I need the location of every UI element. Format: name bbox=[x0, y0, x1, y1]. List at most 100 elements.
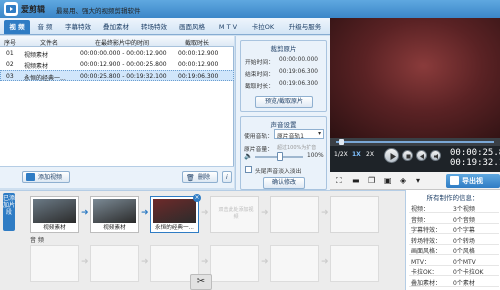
info-key: MTV： bbox=[411, 258, 430, 266]
row-time: 00:00:00.000 - 00:00:12.900 bbox=[80, 50, 167, 57]
time-total: 00:19:32.1 bbox=[450, 158, 500, 168]
clip-label: 视频素材 bbox=[43, 225, 66, 231]
row-no: 01 bbox=[6, 50, 14, 57]
info-value: 0个素材 bbox=[453, 279, 475, 287]
delete-button[interactable]: 🗑 删除 bbox=[182, 171, 218, 183]
audio-slot[interactable] bbox=[330, 245, 379, 282]
clip-label: 永恒的经典一... bbox=[155, 225, 194, 231]
confirm-button[interactable]: 确认修改 bbox=[263, 177, 305, 189]
volume-icon[interactable] bbox=[430, 150, 441, 161]
tab-transition[interactable]: 转场特效 bbox=[136, 20, 172, 34]
start-value[interactable]: 00:00:00.000 bbox=[279, 57, 318, 63]
tab-style[interactable]: 画面风格 bbox=[174, 20, 210, 34]
col-filename: 文件名 bbox=[40, 40, 59, 47]
table-row-selected[interactable]: 03 永恒的经典一... 00:00:25.800 - 00:19:32.100… bbox=[0, 70, 234, 82]
row-filename: 视频素材 bbox=[24, 52, 49, 59]
tab-upgrade[interactable]: 升级与服务 bbox=[282, 20, 328, 34]
tab-subtitle-effects[interactable]: 字幕特效 bbox=[60, 20, 96, 34]
tab-overlay[interactable]: 叠加素材 bbox=[98, 20, 134, 34]
table-row[interactable]: 01 视频素材 00:00:00.000 - 00:00:12.900 00:0… bbox=[0, 48, 234, 59]
speed-half[interactable]: 1/2X bbox=[334, 151, 348, 158]
video-preview[interactable] bbox=[330, 18, 500, 138]
col-duration: 截取时长 bbox=[185, 40, 210, 47]
arrow-right-icon: ➜ bbox=[201, 208, 209, 218]
tab-mtv[interactable]: M T V bbox=[212, 20, 244, 34]
fullscreen-icon[interactable]: ⛶ bbox=[336, 176, 342, 186]
seek-track bbox=[336, 141, 494, 143]
add-video-button[interactable]: 添加视频 bbox=[22, 171, 70, 183]
arrow-right-icon: ➜ bbox=[81, 208, 89, 218]
speed-double[interactable]: 2X bbox=[366, 151, 374, 158]
speed-normal[interactable]: 1X bbox=[352, 151, 361, 158]
info-value: 0个MTV bbox=[453, 258, 476, 266]
timeline-clip[interactable]: 视频素材 bbox=[30, 196, 79, 233]
info-row: 叠加素材： 0个素材 bbox=[409, 277, 499, 287]
settings-icon[interactable]: ▾ bbox=[416, 176, 420, 185]
tab-video[interactable]: 视 频 bbox=[4, 20, 30, 34]
play-icon[interactable] bbox=[384, 148, 399, 163]
empty-clip-slot[interactable] bbox=[330, 196, 379, 233]
scissors-icon[interactable]: ✂ bbox=[190, 274, 212, 290]
fade-label: 头尾声音淡入淡出 bbox=[255, 169, 302, 175]
timeline-clip[interactable]: 视频素材 bbox=[90, 196, 139, 233]
info-button[interactable]: i bbox=[222, 171, 232, 183]
folder-icon[interactable]: ▬ bbox=[352, 176, 360, 185]
arrow-right-icon: ➜ bbox=[321, 257, 329, 267]
row-duration: 00:19:06.300 bbox=[178, 73, 219, 80]
track-select-value: 原片音轨1 bbox=[277, 134, 304, 140]
audio-slot[interactable] bbox=[270, 245, 319, 282]
fade-checkbox[interactable] bbox=[245, 166, 252, 173]
audio-group-title: 声音设置 bbox=[270, 121, 297, 129]
timeline-clip-selected[interactable]: 永恒的经典一... × bbox=[150, 194, 201, 233]
clip-thumbnail bbox=[33, 199, 76, 223]
timeline-side-tab[interactable]: 已添加片段 bbox=[3, 193, 15, 231]
seek-thumb[interactable] bbox=[339, 139, 345, 145]
table-row[interactable]: 02 视频素材 00:00:12.900 - 00:00:25.800 00:0… bbox=[0, 59, 234, 70]
close-icon[interactable]: × bbox=[193, 194, 201, 202]
info-key: 转场特效： bbox=[411, 237, 442, 245]
info-row: 音频： 0个音频 bbox=[409, 214, 499, 224]
volume-slider-thumb[interactable] bbox=[277, 152, 283, 161]
tab-karaoke[interactable]: 卡拉OK bbox=[246, 20, 280, 34]
info-value: 0个风格 bbox=[453, 248, 475, 255]
audio-slot[interactable] bbox=[30, 245, 79, 282]
info-row: 画面风格： 0个风格 bbox=[409, 245, 499, 255]
info-value: 0个卡拉OK bbox=[453, 269, 484, 276]
row-filename: 视频素材 bbox=[24, 63, 49, 70]
audio-group: 声音设置 使用音轨： 原片音轨1 ▾ 原片音量： 超过100%为扩音 🔈 100… bbox=[240, 116, 327, 190]
stop-icon[interactable] bbox=[402, 150, 413, 161]
share-icon[interactable]: ◈ bbox=[400, 176, 406, 185]
app-name: 爱剪辑 bbox=[21, 5, 45, 14]
row-no: 02 bbox=[6, 61, 14, 68]
step-back-icon[interactable] bbox=[416, 150, 427, 161]
track-label: 使用音轨： bbox=[244, 134, 273, 140]
info-row: 卡拉OK： 0个卡拉OK bbox=[409, 266, 499, 276]
screenshot-icon[interactable]: ▣ bbox=[384, 176, 392, 185]
arrow-right-icon: ➜ bbox=[201, 257, 209, 267]
info-key: 字幕特效： bbox=[411, 227, 442, 234]
add-video-label: 添加视频 bbox=[38, 174, 63, 181]
empty-slot-hint: 双击此处添加视频 bbox=[218, 207, 254, 220]
row-duration: 00:00:12.900 bbox=[178, 61, 219, 68]
info-value: 0个字幕 bbox=[453, 227, 475, 234]
track-select[interactable]: 原片音轨1 ▾ bbox=[274, 129, 324, 140]
preview-clip-button[interactable]: 预览/截取原片 bbox=[255, 96, 313, 108]
info-value: 0个音频 bbox=[453, 216, 475, 224]
duration-value: 00:19:06.300 bbox=[279, 81, 318, 87]
end-value[interactable]: 00:19:06.300 bbox=[279, 69, 318, 75]
row-time: 00:00:12.900 - 00:00:25.800 bbox=[80, 61, 167, 68]
arrow-right-icon: ➜ bbox=[141, 257, 149, 267]
info-key: 视频： bbox=[411, 206, 430, 213]
clip-table: 序号 文件名 在最终影片中的时间 截取时长 01 视频素材 00:00:00.0… bbox=[0, 36, 234, 166]
empty-clip-slot[interactable] bbox=[270, 196, 319, 233]
arrow-right-icon: ➜ bbox=[321, 208, 329, 218]
arrow-right-icon: ➜ bbox=[261, 257, 269, 267]
empty-clip-slot[interactable]: 双击此处添加视频 bbox=[210, 196, 259, 233]
tab-audio[interactable]: 音 频 bbox=[32, 20, 58, 34]
audio-slot[interactable] bbox=[210, 245, 259, 282]
export-button[interactable]: 导出视 bbox=[446, 174, 500, 188]
audio-slot[interactable] bbox=[90, 245, 139, 282]
col-time: 在最终影片中的时间 bbox=[95, 40, 150, 47]
audio-track-label: 音 频 bbox=[30, 237, 44, 244]
copy-icon[interactable]: ❐ bbox=[368, 176, 375, 185]
